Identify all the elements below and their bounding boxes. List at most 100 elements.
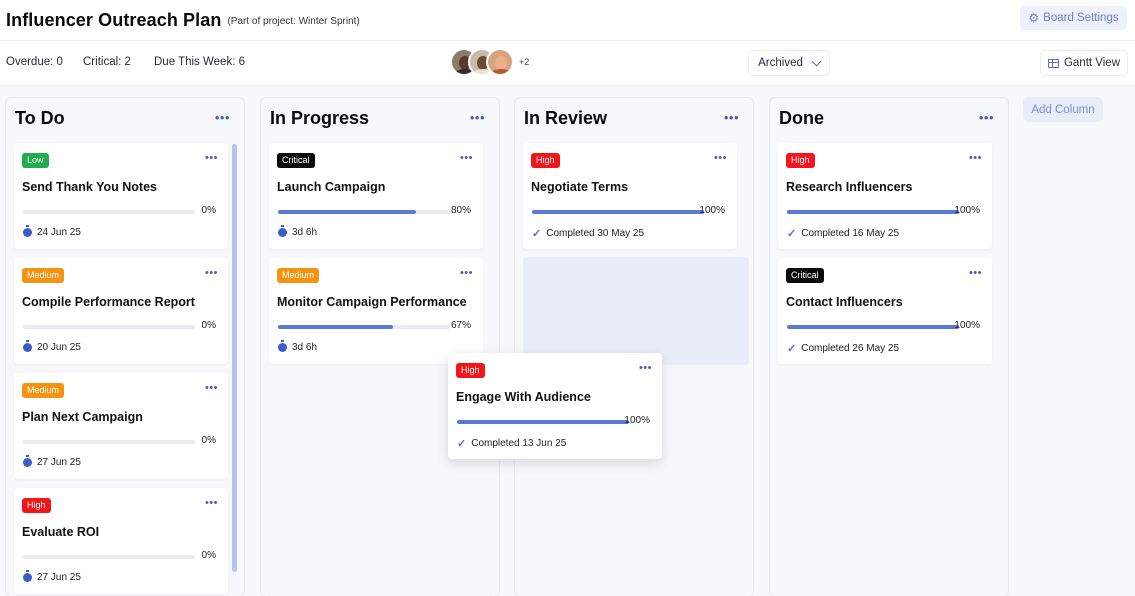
card-menu-button[interactable]: ••• (460, 152, 473, 164)
task-card[interactable]: Medium ••• Plan Next Campaign 0% 27 Jun 25 (14, 373, 228, 479)
due-info: 27 Jun 25 (23, 455, 81, 468)
card-title: Research Influencers (786, 180, 913, 194)
gear-icon: ⚙ (1028, 11, 1040, 25)
task-card[interactable]: Critical ••• Contact Influencers 100% ✓ Compl… (778, 258, 992, 364)
progress-fill (457, 420, 629, 424)
double-check-icon: ✓ (457, 438, 467, 450)
progress-bar (787, 210, 959, 214)
card-title: Monitor Campaign Performance (277, 295, 467, 309)
progress-percent: 100% (954, 320, 980, 331)
priority-badge: Low (22, 153, 49, 168)
progress-percent: 0% (201, 205, 216, 216)
priority-badge: High (786, 153, 815, 168)
task-card[interactable]: High ••• Evaluate ROI 0% 27 Jun 25 (14, 488, 228, 594)
column-title: In Progress (270, 108, 370, 128)
board-settings-button[interactable]: ⚙ Board Settings (1020, 6, 1127, 30)
add-column-button[interactable]: Add Column (1023, 97, 1103, 122)
progress-fill (787, 210, 959, 214)
card-title: Compile Performance Report (22, 295, 195, 309)
task-card[interactable]: High ••• Research Influencers 100% ✓ Complete… (778, 143, 992, 249)
archived-label: Archived (758, 57, 803, 69)
task-card[interactable]: Critical ••• Launch Campaign 80% 3d 6h (269, 143, 483, 249)
card-title: Launch Campaign (277, 180, 386, 194)
progress-bar (23, 210, 195, 214)
due-text: Completed 30 May 25 (546, 228, 645, 239)
progress-percent: 100% (954, 205, 980, 216)
progress-fill (532, 210, 704, 214)
card-menu-button[interactable]: ••• (969, 152, 982, 164)
task-card[interactable]: Low ••• Send Thank You Notes 0% 24 Jun 25 (14, 143, 228, 249)
header-divider (0, 40, 1135, 41)
progress-bar (532, 210, 704, 214)
due-info: 20 Jun 25 (23, 340, 81, 353)
due-text: 27 Jun 25 (37, 572, 81, 583)
column-menu-button[interactable]: ••• (979, 110, 994, 125)
column-title: Done (779, 108, 824, 128)
due-text: 24 Jun 25 (37, 227, 81, 238)
task-card[interactable]: Medium ••• Monitor Campaign Performance 67%… (269, 258, 483, 364)
due-text: 27 Jun 25 (37, 457, 81, 468)
due-text: 20 Jun 25 (37, 342, 81, 353)
task-card[interactable]: Medium ••• Compile Performance Report 0% 20 … (14, 258, 228, 364)
card-title: Evaluate ROI (22, 525, 100, 539)
progress-bar (278, 210, 450, 214)
due-this-week-stat: Due This Week: 6 (154, 56, 245, 68)
card-menu-button[interactable]: ••• (969, 267, 982, 279)
column-menu-button[interactable]: ••• (724, 110, 739, 125)
progress-bar (787, 325, 959, 329)
due-text: 3d 6h (292, 342, 318, 353)
card-menu-button[interactable]: ••• (205, 497, 218, 509)
progress-bar (23, 440, 195, 444)
overdue-stat: Overdue: 0 (6, 56, 63, 68)
board-settings-label: Board Settings (1043, 12, 1119, 24)
priority-badge: Medium (277, 268, 320, 283)
project-subtitle: (Part of project: Winter Sprint) (227, 15, 360, 27)
card-menu-button[interactable]: ••• (639, 362, 652, 374)
due-info: ✓ Completed 30 May 25 (532, 227, 644, 240)
avatars-more-count[interactable]: +2 (519, 57, 529, 67)
card-menu-button[interactable]: ••• (714, 152, 727, 164)
card-menu-button[interactable]: ••• (205, 382, 218, 394)
due-text: Completed 16 May 25 (801, 228, 900, 239)
task-card[interactable]: High ••• Negotiate Terms 100% ✓ Completed 30 … (523, 143, 737, 249)
dragging-task-card[interactable]: High ••• Engage With Audience 100% ✓ Complete… (448, 353, 662, 459)
stopwatch-icon (278, 225, 287, 237)
stopwatch-icon (23, 570, 32, 582)
due-info: ✓ Completed 16 May 25 (787, 227, 899, 240)
table-icon (1047, 58, 1059, 68)
stopwatch-icon (278, 340, 287, 352)
critical-stat: Critical: 2 (83, 56, 131, 68)
progress-fill (787, 325, 959, 329)
card-menu-button[interactable]: ••• (205, 267, 218, 279)
gantt-view-button[interactable]: Gantt View (1040, 50, 1128, 76)
double-check-icon: ✓ (787, 228, 797, 240)
chevron-down-icon (811, 56, 822, 66)
priority-badge: High (22, 498, 51, 513)
header: Influencer Outreach Plan (Part of projec… (0, 0, 1135, 40)
due-info: ✓ Completed 13 Jun 25 (457, 437, 566, 450)
card-menu-button[interactable]: ••• (205, 152, 218, 164)
card-title: Plan Next Campaign (22, 410, 143, 424)
drop-placeholder (523, 257, 749, 365)
progress-percent: 0% (201, 550, 216, 561)
progress-bar (23, 325, 195, 329)
card-title: Send Thank You Notes (22, 180, 157, 194)
card-menu-button[interactable]: ••• (460, 267, 473, 279)
column-menu-button[interactable]: ••• (470, 110, 485, 125)
progress-fill (278, 325, 394, 329)
due-text: Completed 26 May 25 (801, 343, 900, 354)
progress-percent: 0% (201, 320, 216, 331)
double-check-icon: ✓ (532, 228, 542, 240)
member-avatars[interactable]: +2 (450, 48, 529, 76)
priority-badge: Medium (22, 268, 65, 283)
avatar[interactable] (486, 48, 514, 76)
column-menu-button[interactable]: ••• (215, 110, 230, 125)
column-scrollbar[interactable] (232, 144, 237, 572)
double-check-icon: ✓ (787, 343, 797, 355)
progress-percent: 0% (201, 435, 216, 446)
progress-bar (457, 420, 629, 424)
priority-badge: High (456, 363, 485, 378)
priority-badge: Critical (786, 268, 824, 283)
due-info: 3d 6h (278, 225, 317, 238)
archived-dropdown[interactable]: Archived (748, 50, 830, 76)
